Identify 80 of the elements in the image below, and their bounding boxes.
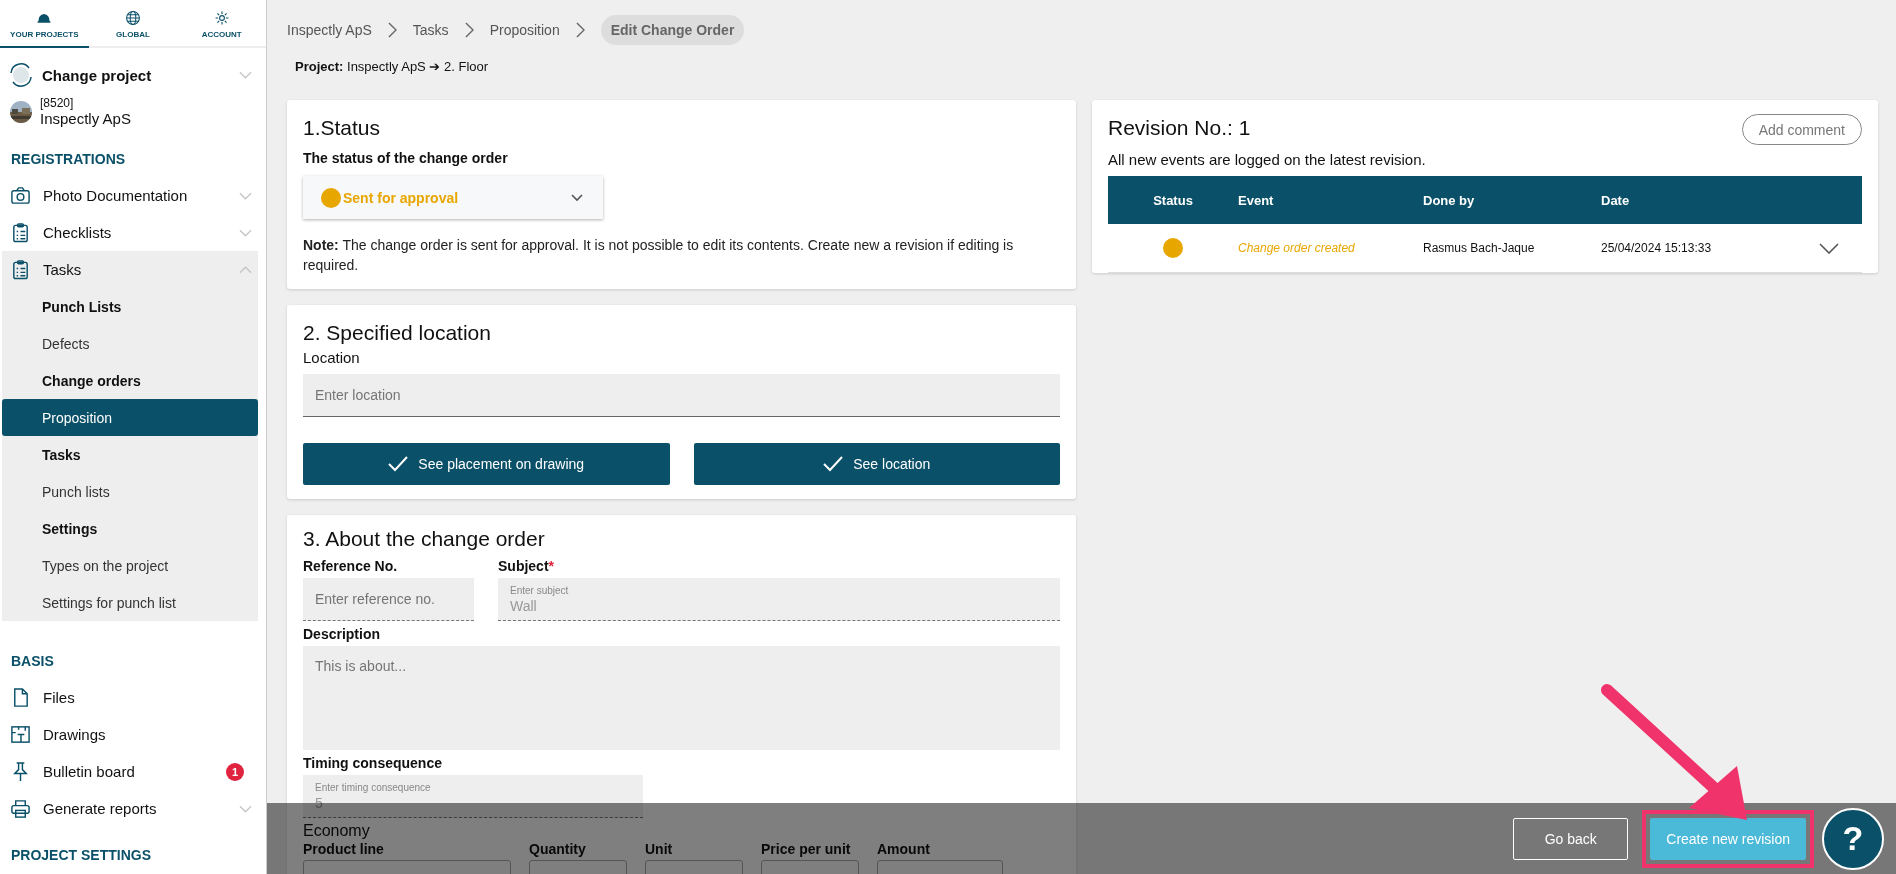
chevron-down-icon	[571, 193, 583, 202]
column-header: Date	[1601, 192, 1631, 208]
field-label: Timing consequence	[303, 755, 443, 771]
table-cell-text: Change order created	[1238, 241, 1356, 255]
card-title: 1.Status	[303, 115, 382, 140]
globe-icon	[125, 9, 141, 26]
section-heading: REGISTRATIONS	[10, 150, 127, 169]
go-back-button[interactable]: Go back	[1513, 817, 1629, 860]
help-button[interactable]: ?	[1822, 807, 1884, 870]
sidebar-item[interactable]: Photo Documentation	[0, 177, 266, 214]
field-label: The status of the change order	[303, 150, 509, 166]
nav-tab[interactable]: YOUR PROJECTS	[0, 0, 89, 48]
card-title: 3. About the change order	[303, 526, 546, 551]
column-header: Event	[1238, 192, 1275, 208]
field-label: Reference No.	[303, 558, 399, 574]
project-name: Inspectly ApS	[40, 110, 131, 127]
field-label: Location	[303, 349, 361, 366]
breadcrumb-item[interactable]: Proposition	[489, 16, 560, 44]
sidebar-item[interactable]: Checklists	[0, 214, 266, 251]
breadcrumb-item[interactable]: Tasks	[412, 16, 449, 44]
location-button[interactable]: See placement on drawing	[303, 443, 670, 485]
description-field[interactable]: This is about...	[303, 646, 1060, 750]
card-title: Revision No.: 1	[1108, 115, 1251, 140]
project-number: [8520]	[40, 96, 75, 110]
floorplan-icon	[10, 724, 31, 745]
sidebar-item[interactable]: Files	[0, 679, 266, 716]
note-text: Note: The change order is sent for approval. It is not possible to edit its contents. Create new a revision if editing is required.	[303, 236, 1015, 275]
checkmark-icon	[823, 456, 844, 472]
required-mark: *	[548, 558, 555, 574]
column-label: Quantity	[529, 841, 587, 857]
column-label: Price per unit	[761, 841, 852, 857]
column-label: Unit	[645, 841, 674, 857]
sidebar-subitem[interactable]: Proposition	[2, 399, 258, 436]
nav-tab[interactable]: ACCOUNT	[177, 0, 266, 48]
card-title: 2. Specified location	[303, 320, 492, 345]
chevron-right-icon	[464, 22, 474, 38]
table-cell-text: 25/04/2024 15:13:33	[1601, 241, 1713, 255]
camera-icon	[10, 185, 31, 206]
location-field[interactable]: Enter location	[303, 374, 1060, 417]
menu-group-heading[interactable]: Tasks	[2, 436, 258, 473]
sidebar-subitem[interactable]: Types on the project	[2, 547, 258, 584]
sidebar-item[interactable]: Generate reports	[0, 790, 266, 827]
sidebar-subitem[interactable]: Settings for punch list	[2, 584, 258, 621]
sidebar-subitem[interactable]: Defects	[2, 325, 258, 362]
sidebar-subitem[interactable]: Punch lists	[2, 473, 258, 510]
notification-badge: 1	[226, 762, 244, 781]
column-label: Amount	[877, 841, 931, 857]
menu-group-heading[interactable]: Punch Lists	[2, 288, 258, 325]
breadcrumb-item[interactable]: Edit Change Order	[600, 15, 745, 45]
chevron-down-icon[interactable]	[1819, 242, 1839, 254]
project-path: Project: Inspectly ApS ➔ 2. Floor	[295, 59, 490, 74]
revision-subtitle: All new events are logged on the latest revision.	[1108, 151, 1427, 168]
section-heading: PROJECT SETTINGS	[10, 846, 153, 865]
column-header: Status	[1152, 192, 1194, 208]
column-header: Done by	[1423, 192, 1476, 208]
nav-tab[interactable]: GLOBAL	[88, 0, 178, 48]
location-button[interactable]: See location	[693, 443, 1060, 485]
sidebar-item[interactable]: Drawings	[0, 716, 266, 753]
refresh-icon	[8, 62, 34, 88]
reference-field[interactable]: Enter reference no.	[303, 578, 474, 621]
table-cell-text: Rasmus Bach-Jaque	[1423, 241, 1536, 255]
menu-group-heading[interactable]: Change orders	[2, 362, 258, 399]
sidebar-item[interactable]: Tasks	[2, 251, 258, 288]
column-label: Product line	[303, 841, 385, 857]
chevron-right-icon	[575, 22, 585, 38]
chevron-right-icon	[387, 22, 397, 38]
clipboard-icon	[10, 222, 31, 243]
section-heading: BASIS	[10, 652, 55, 671]
section-title: Economy	[303, 822, 371, 840]
add-comment-button[interactable]: Add comment	[1741, 114, 1862, 145]
settings-icon	[213, 9, 230, 26]
sidebar-item[interactable]: Bulletin board 1	[0, 753, 266, 790]
clipboard-icon	[10, 259, 31, 280]
change-project-item[interactable]: Change project	[0, 48, 266, 92]
field-label: Subject*	[498, 558, 556, 574]
checkmark-icon	[388, 456, 409, 472]
printer-icon	[10, 798, 31, 819]
field-label: Description	[303, 626, 381, 642]
menu-group-heading[interactable]: Settings	[2, 510, 258, 547]
breadcrumb-item[interactable]: Inspectly ApS	[287, 16, 372, 44]
